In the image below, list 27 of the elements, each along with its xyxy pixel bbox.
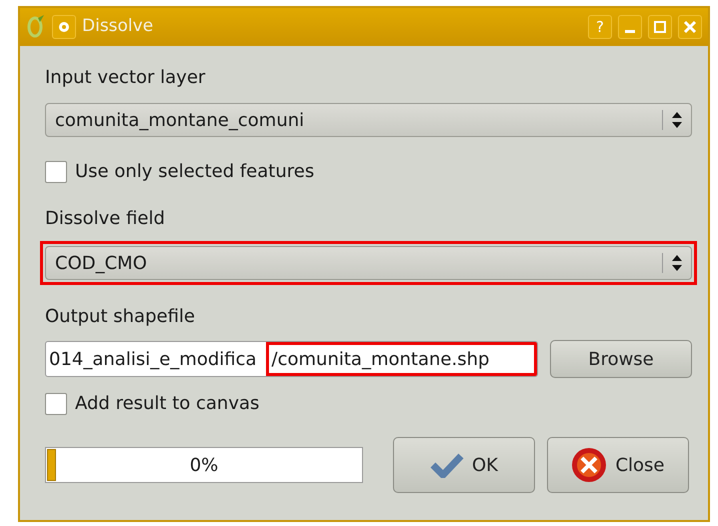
progress-text: 0% xyxy=(190,454,218,478)
field-text: /comunita_montane.shp xyxy=(266,342,537,376)
field-label: Dissolve field xyxy=(45,207,165,231)
field-text: 014_analisi_e_modifica xyxy=(48,348,258,372)
close-dialog-button[interactable]: Close xyxy=(547,437,689,493)
window-menu-button[interactable] xyxy=(52,15,76,39)
checkbox-label: Add result to canvas xyxy=(75,392,260,416)
field-label: Output shapefile xyxy=(45,305,195,329)
maximize-icon xyxy=(653,20,667,34)
input-field[interactable]: 014_analisi_e_modifica /comunita_montane.shp xyxy=(45,341,538,377)
checkbox[interactable] xyxy=(45,392,67,414)
close-icon xyxy=(683,20,697,34)
ring-icon xyxy=(57,20,71,34)
field-label: Input vector layer xyxy=(45,66,206,90)
window-title: Dissolve xyxy=(82,15,154,38)
dropdown[interactable]: COD_CMO xyxy=(40,241,697,285)
maximize-button[interactable] xyxy=(648,15,672,39)
checkbox-label: Use only selected features xyxy=(75,160,314,184)
checkbox[interactable] xyxy=(45,160,67,182)
minimize-button[interactable] xyxy=(618,15,642,39)
minimize-icon xyxy=(625,30,635,33)
close-button[interactable] xyxy=(678,15,702,39)
ok-button[interactable]: OK xyxy=(393,437,535,493)
cancel-icon xyxy=(571,447,608,483)
logo-icon xyxy=(26,14,46,40)
checkmark-icon xyxy=(430,452,464,478)
browse-button[interactable]: Browse xyxy=(550,340,692,378)
